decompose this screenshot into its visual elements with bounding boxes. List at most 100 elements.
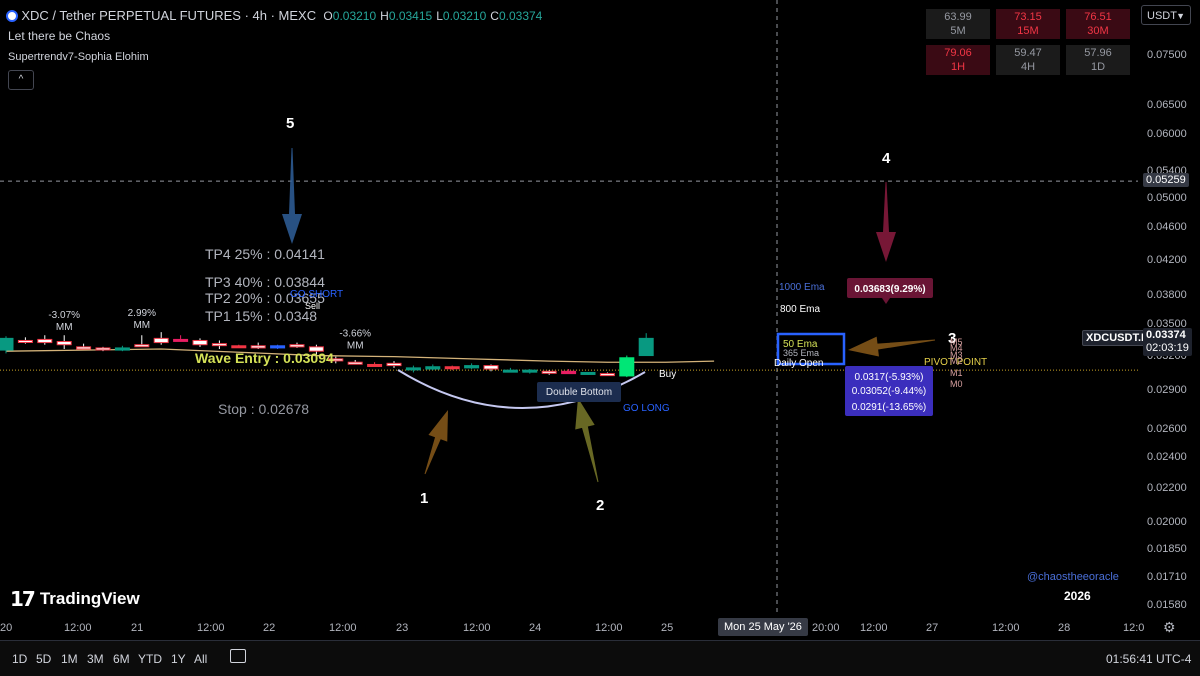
indicator-supertrend[interactable]: Supertrendv7-Sophia Elohim [8,51,149,63]
range-button-6m[interactable]: 6M [113,652,130,666]
axis-settings-gear-icon[interactable]: ⚙ [1163,619,1176,636]
crosshair-time-text: Mon 25 May '26 [724,621,802,633]
rsi-cell-15m: 73.15 15M [996,9,1060,39]
price-tick-label: 0.04600 [1147,221,1187,234]
candle-body [192,339,208,346]
collapse-legend-button[interactable]: ^ [8,70,34,90]
range-button-1y[interactable]: 1Y [171,652,186,666]
mm-label: MM [347,340,364,351]
rsi-cell-1d: 57.96 1D [1066,45,1130,75]
range-button-5d[interactable]: 5D [36,652,51,666]
range-button-1m[interactable]: 1M [61,652,78,666]
price-tick-label: 0.02200 [1147,482,1187,494]
ema-365-label: 365 Ema [783,348,819,358]
price-tick-label: 0.04200 [1147,253,1187,266]
time-tick-label: 21 [131,622,144,634]
rsi-value: 79.06 [944,47,972,59]
mm-percent-label: 2.99% [128,308,156,319]
symbol-title[interactable]: XDC / Tether PERPETUAL FUTURES · 4h · ME… [21,8,316,23]
candle-body [405,367,421,371]
wave5-arrow [282,148,302,244]
candle-body [17,339,33,343]
ohlc-value: 0.03210 [332,9,377,23]
ohlc-value: 0.03415 [388,9,433,23]
tradingview-logo-icon: 17 [10,587,36,611]
price-tick-label: 0.01710 [1147,571,1187,583]
candle-body [464,365,480,369]
candle-body [580,371,596,375]
time-tick-label: 12:00 [595,622,623,634]
support-level-label: 0.03052(-9.44%) [852,386,927,397]
candle-body [347,361,363,365]
rsi-value: 63.99 [944,11,972,23]
range-button-1d[interactable]: 1D [12,652,27,666]
target-box-label: 0.03683(9.29%) [854,284,925,295]
rsi-cell-4h: 59.47 4H [996,45,1060,75]
rsi-value: 73.15 [1014,11,1042,23]
price-tick-label: 0.06000 [1147,127,1187,140]
rsi-timeframe: 5M [950,25,966,37]
rsi-timeframe: 30M [1087,25,1109,37]
wave3-arrow [848,336,936,357]
exchange-logo-icon [6,10,18,22]
bar-countdown: 02:03:19 [1146,342,1189,354]
pivot-level-label: M1 [950,368,963,378]
go-long-label: GO LONG [623,403,670,414]
wave-number-2: 2 [596,497,604,514]
wave-number-1: 1 [420,490,428,507]
candle-body [619,357,635,377]
range-button-ytd[interactable]: YTD [138,652,162,666]
ohlc-key: C [490,9,499,23]
sell-label: Sell [305,301,320,311]
time-tick-label: 27 [926,622,939,634]
mm-percent-label: -3.07% [48,310,80,321]
candle-body [76,346,92,350]
ohlc-value: 0.03374 [498,9,543,23]
price-tick-label: 0.01850 [1147,543,1187,556]
wave4-arrow [876,182,896,262]
candle-body [270,345,286,349]
date-range-calendar-icon[interactable] [230,649,246,663]
price-tick-label: 0.03800 [1147,288,1187,301]
rsi-timeframe: 1D [1090,61,1106,73]
double-bottom-label: Double Bottom [546,387,612,398]
clock-readout[interactable]: 01:56:41 UTC-4 [1106,652,1191,666]
crosshair-price-badge: 0.05259 [1143,173,1189,187]
candle-body [638,337,654,357]
candle-body [95,347,111,351]
candle-body [483,365,499,370]
support-level-label: 0.0291(-13.65%) [852,402,927,413]
indicator-chaos[interactable]: Let there be Chaos [8,29,110,43]
rsi-timeframe: 1H [950,61,966,73]
wave-number-5: 5 [286,115,294,132]
range-button-all[interactable]: All [194,652,207,666]
price-tick-label: 0.05000 [1147,192,1187,204]
candle-body [250,345,266,349]
price-chart[interactable]: 5431 2-3.07%MM2.99%MM-3.66%MMTP4 25% : 0.… [0,0,1138,616]
tp-level-label: TP3 40% : 0.03844 [205,274,325,290]
target-box-pointer [882,298,890,304]
range-button-3m[interactable]: 3M [87,652,104,666]
ohlc-key: L [436,9,443,23]
candle-body [211,343,227,347]
price-tick-label: 0.01580 [1147,598,1187,611]
chart-area[interactable]: 5 4 3 1 2 -3.07% MM 2.99% MM -3.66% MM TP4 25% : 0.… [0,0,1138,616]
price-tick-label: 0.02900 [1147,384,1187,397]
time-tick-label: 12:0 [1123,622,1145,634]
tp-level-label: TP1 15% : 0.0348 [205,308,317,324]
symbol-price-label: XDCUSDT.P [1082,330,1153,346]
candle-body [425,366,441,370]
time-tick-label: 12:00 [197,622,225,634]
price-tick-label: 0.06500 [1147,99,1187,112]
pivot-level-label: M0 [950,379,963,389]
candle-body [0,337,14,351]
wave1-arrow [424,410,448,475]
rsi-value: 57.96 [1084,47,1112,59]
time-tick-label: 28 [1058,622,1071,634]
price-tick-label: 0.02400 [1147,451,1187,464]
chart-header: XDC / Tether PERPETUAL FUTURES · 4h · ME… [6,8,546,23]
time-tick-label: 12:00 [329,622,357,634]
time-tick-label: 23 [396,622,409,634]
currency-select[interactable]: USDT ▼ [1141,5,1191,25]
rsi-timeframe: 15M [1017,25,1039,37]
